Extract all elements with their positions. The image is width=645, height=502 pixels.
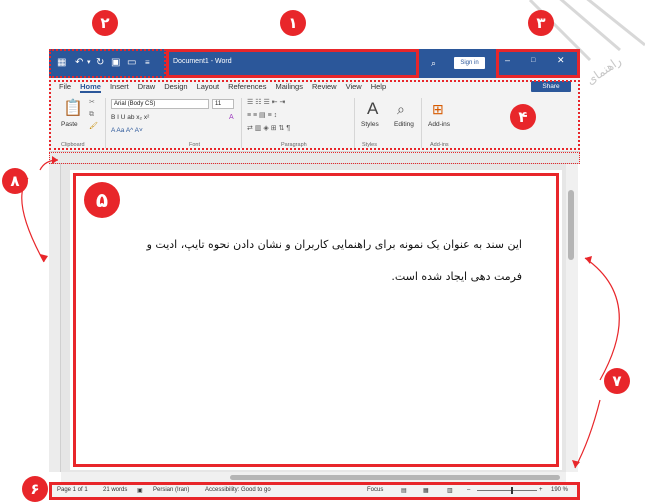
badge-6: ۶ xyxy=(22,476,48,502)
badge-4: ۴ xyxy=(510,104,536,130)
watermark-text: راهنمای xyxy=(584,53,625,88)
badge-7: ۷ xyxy=(604,368,630,394)
annotation-box-page xyxy=(73,173,559,467)
sign-in-button[interactable]: Sign in xyxy=(454,57,485,69)
badge-1: ۱ xyxy=(280,10,306,36)
vertical-scroll-thumb[interactable] xyxy=(568,190,574,260)
badge-3: ۳ xyxy=(528,10,554,36)
badge-5: ۵ xyxy=(84,182,120,218)
badge-2: ۲ xyxy=(92,10,118,36)
arrow-left xyxy=(21,177,45,263)
annotation-box-qat xyxy=(49,49,166,78)
vertical-ruler[interactable] xyxy=(49,164,61,472)
search-icon[interactable]: ⌕ xyxy=(431,56,436,70)
arrow-right-bottom xyxy=(574,399,601,469)
arrow-right-top xyxy=(584,257,620,381)
horizontal-scroll-thumb[interactable] xyxy=(230,475,560,480)
annotation-box-statusbar xyxy=(49,482,580,500)
annotation-box-window-controls xyxy=(496,49,580,78)
annotation-box-ribbon xyxy=(49,80,580,150)
annotation-box-titlebar xyxy=(166,49,419,78)
annotation-box-ruler xyxy=(49,152,580,164)
badge-8: ۸ xyxy=(2,168,28,194)
